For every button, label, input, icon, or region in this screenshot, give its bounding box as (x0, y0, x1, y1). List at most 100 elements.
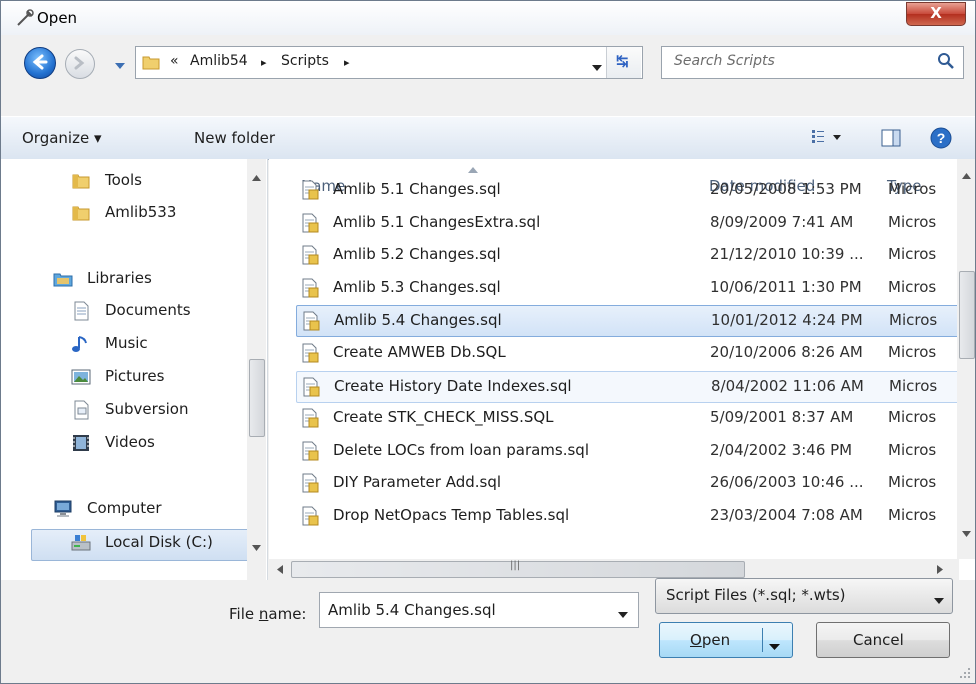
file-date: 23/03/2004 7:08 AM (710, 506, 863, 524)
file-name: Delete LOCs from loan params.sql (333, 440, 589, 459)
new-folder-button[interactable]: New folder (194, 129, 275, 147)
folder-icon (71, 171, 91, 191)
view-options-icon (812, 130, 841, 143)
scroll-down-arrow-icon[interactable] (252, 545, 261, 551)
open-file-dialog: Open X « Amlib54 ▸ Scripts ▸ ↹ Search Sc… (0, 0, 976, 684)
sql-file-icon (300, 506, 320, 530)
file-name: Amlib 5.3 Changes.sql (333, 277, 501, 296)
help-button[interactable]: ? (930, 127, 952, 153)
filename-label-accesskey: n (258, 605, 269, 623)
search-input[interactable]: Search Scripts (674, 53, 775, 69)
breadcrumb-separator[interactable]: ▸ (344, 56, 350, 69)
sql-file-icon (301, 311, 321, 335)
file-type: Micros (889, 376, 938, 395)
file-scroll-thumb[interactable] (959, 271, 975, 359)
file-row[interactable]: Delete LOCs from loan params.sql 2/04/200… (296, 436, 975, 466)
forward-arrow-icon (74, 56, 85, 70)
breadcrumb-item-scripts[interactable]: Scripts (281, 53, 329, 69)
file-list-scrollbar[interactable] (957, 159, 975, 559)
folder-icon (71, 203, 91, 223)
breadcrumb-overflow[interactable]: « (170, 53, 179, 69)
search-icon[interactable] (937, 52, 955, 74)
search-box[interactable]: Search Scripts (661, 46, 964, 79)
filename-combobox[interactable]: Amlib 5.4 Changes.sql (319, 592, 639, 628)
file-row[interactable]: Drop NetOpacs Temp Tables.sql 23/03/2004 … (296, 501, 975, 531)
file-list-horizontal-scrollbar[interactable]: ||| (269, 559, 959, 580)
sql-file-icon (300, 245, 320, 269)
cancel-button-label: Cancel (853, 631, 904, 649)
videos-icon (71, 433, 91, 453)
file-type: Micros (888, 506, 937, 524)
nav-scroll-thumb[interactable] (249, 359, 265, 437)
file-date: 10/06/2011 1:30 PM (710, 277, 862, 296)
file-name: Drop NetOpacs Temp Tables.sql (333, 506, 570, 524)
preview-pane-button[interactable] (881, 129, 901, 151)
open-label-rest: pen (701, 631, 731, 649)
file-row[interactable]: DIY Parameter Add.sql 26/06/2003 10:46 ..… (296, 468, 975, 498)
close-button[interactable]: X (906, 2, 966, 26)
file-row[interactable]: Amlib 5.1 Changes.sql 20/05/2008 1:53 PM M… (296, 175, 975, 205)
chevron-down-icon (592, 65, 602, 71)
chevron-down-icon (618, 612, 628, 618)
back-button[interactable] (24, 47, 56, 79)
organize-button[interactable]: Organize ▾ (22, 129, 102, 147)
filename-field[interactable]: Amlib 5.4 Changes.sql (328, 601, 496, 619)
back-arrow-icon (32, 54, 48, 70)
filename-dropdown-button[interactable] (618, 607, 628, 623)
file-date: 26/06/2003 10:46 ... (710, 473, 864, 492)
file-type-dropdown-arrow[interactable] (934, 593, 944, 609)
folder-icon (142, 53, 160, 75)
refresh-icon: ↹ (616, 52, 629, 70)
file-type: Micros (888, 408, 937, 427)
file-date: 20/10/2006 8:26 AM (710, 343, 863, 361)
file-type: Micros (888, 440, 937, 459)
sql-file-icon (300, 408, 320, 432)
file-row[interactable]: Create AMWEB Db.SQL 20/10/2006 8:26 AM Mic… (296, 338, 975, 368)
file-name: Amlib 5.4 Changes.sql (334, 311, 502, 330)
nav-scrollbar[interactable] (247, 159, 266, 580)
preview-pane-icon (881, 129, 901, 147)
scroll-down-arrow-icon[interactable] (962, 531, 971, 537)
filename-label-text-end: ame: (268, 605, 307, 623)
file-date: 8/04/2002 11:06 AM (711, 376, 864, 395)
file-row[interactable]: Create STK_CHECK_MISS.SQL 5/09/2001 8:37 … (296, 403, 975, 433)
address-dropdown[interactable] (592, 60, 602, 76)
svg-text:?: ? (937, 130, 946, 146)
scroll-up-arrow-icon[interactable] (252, 175, 261, 181)
horizontal-scroll-thumb[interactable]: ||| (291, 560, 745, 578)
scroll-right-arrow-icon[interactable] (937, 565, 943, 574)
scroll-left-arrow-icon[interactable] (277, 565, 283, 574)
breadcrumb-item-amlib54[interactable]: Amlib54 (190, 53, 248, 69)
file-type: Micros (888, 212, 937, 231)
sql-file-icon (300, 441, 320, 465)
file-row[interactable]: Amlib 5.1 ChangesExtra.sql 8/09/2009 7:41… (296, 208, 975, 238)
sql-file-icon (300, 473, 320, 497)
file-row[interactable]: Amlib 5.4 Changes.sql 10/01/2012 4:24 PM M… (296, 305, 975, 338)
file-type: Micros (889, 311, 938, 330)
refresh-button[interactable]: ↹ (606, 47, 641, 78)
address-bar[interactable]: « Amlib54 ▸ Scripts ▸ ↹ (135, 46, 643, 79)
music-icon (71, 334, 91, 354)
resize-grip-icon[interactable] (959, 667, 971, 683)
file-date: 20/05/2008 1:53 PM (710, 180, 862, 198)
recent-locations-dropdown[interactable] (115, 58, 125, 74)
file-list: Name Date modified Type Amlib 5.1 Change… (269, 159, 975, 580)
file-name: Create AMWEB Db.SQL (333, 343, 506, 361)
forward-button[interactable] (65, 49, 95, 79)
cancel-button[interactable]: Cancel (816, 622, 950, 658)
command-bar: Organize ▾ New folder ? (1, 116, 975, 160)
file-type-select[interactable]: Script Files (*.sql; *.wts) (655, 578, 953, 614)
file-row[interactable]: Create History Date Indexes.sql 8/04/2002… (296, 370, 975, 403)
chevron-down-icon (769, 644, 780, 650)
scroll-up-arrow-icon[interactable] (962, 173, 971, 179)
breadcrumb-separator[interactable]: ▸ (261, 56, 267, 69)
file-row[interactable]: Amlib 5.2 Changes.sql 21/12/2010 10:39 ..… (296, 240, 975, 270)
file-type: Micros (888, 180, 937, 198)
file-type-value: Script Files (*.sql; *.wts) (666, 586, 846, 604)
change-view-button[interactable] (811, 128, 847, 150)
file-row[interactable]: Amlib 5.3 Changes.sql 10/06/2011 1:30 PM M… (296, 273, 975, 303)
grip-icon: ||| (510, 560, 521, 571)
navigation-pane: Tools Amlib533 Libraries Documents Music… (1, 159, 268, 580)
open-button[interactable]: Open (659, 622, 793, 658)
open-options-dropdown[interactable] (769, 637, 780, 655)
